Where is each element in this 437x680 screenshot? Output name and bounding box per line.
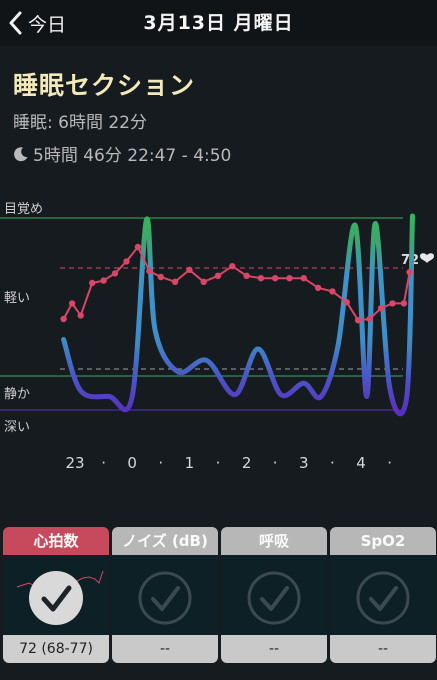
stage-label-quiet: 静か [4,387,30,402]
tab-heart-rate[interactable]: 心拍数 72 (68-77) [3,527,109,663]
sleep-chart: 目覚め 軽い 静か 深い 72 23 · 0 · 1 · 2 · 3 · 4 · [0,202,434,472]
heart-rate-point [89,279,96,287]
heart-rate-point [406,269,413,276]
tab-spo2[interactable]: SpO2 -- [330,527,436,663]
heart-rate-point [366,315,373,323]
heart-rate-point [186,266,193,273]
tab-value: -- [221,635,327,663]
heart-rate-point [354,317,362,324]
x-tick-label: · [273,454,278,472]
stage-label-awake: 目覚め [4,202,43,217]
heart-rate-point [111,270,119,277]
heart-rate-point [134,243,142,251]
heart-rate-point [200,278,207,285]
sleep-stage-line [61,213,415,417]
tab-label: SpO2 [330,527,436,555]
check-circle-icon [29,571,83,625]
heart-rate-point [286,275,293,282]
tab-value: 72 (68-77) [3,635,109,663]
heart-icon [420,253,434,263]
tab-label: 呼吸 [221,527,327,555]
nav-title: 3月13日 月曜日 [143,12,294,34]
page-title: 睡眠セクション [13,71,196,100]
x-tick-label: 0 [127,454,137,472]
heart-rate-point [400,300,408,307]
tab-label: 心拍数 [3,527,109,555]
x-tick-label: · [216,454,221,472]
tab-respiration[interactable]: 呼吸 -- [221,527,327,663]
heart-rate-point [157,273,164,281]
heart-rate-point [257,275,265,282]
nav-bar: 今日 3月13日 月曜日 [0,0,437,46]
x-tick-label: 3 [299,454,309,472]
tab-noise[interactable]: ノイズ (dB) -- [112,527,218,663]
heart-rate-point [377,305,385,312]
heart-rate-point [329,288,336,295]
moon-icon [14,146,28,161]
heart-rate-point [300,275,307,282]
tab-value: -- [112,635,218,663]
heart-rate-point [343,299,350,306]
tab-value: -- [330,635,436,663]
heart-rate-point [214,272,222,279]
heart-rate-point [60,315,67,323]
x-tick-label: 23 [65,454,84,472]
x-tick-label: · [387,454,392,472]
stage-label-light: 軽い [4,291,30,306]
check-circle-icon [138,571,192,625]
heart-rate-point [314,284,322,291]
heart-rate-point [77,312,84,319]
heart-rate-point [272,275,279,282]
heart-rate-point [68,300,76,307]
heart-rate-point [243,272,250,279]
x-tick-label: · [158,454,163,472]
x-tick-label: 2 [242,454,252,472]
sleep-duration: 睡眠: 6時間 22分 [13,113,147,133]
x-tick-label: 4 [356,454,366,472]
check-circle-icon [356,571,410,625]
x-tick-label: · [330,454,335,472]
sleep-detail: 5時間 46分 22:47 - 4:50 [13,141,231,166]
heart-rate-point [123,258,130,265]
heart-rate-point [146,267,153,275]
heart-rate-point [171,278,179,285]
heart-rate-point [389,300,396,307]
check-circle-icon [247,571,301,625]
heart-rate-point [100,277,107,284]
sleep-detail-text: 5時間 46分 22:47 - 4:50 [33,146,232,166]
heart-rate-point [229,263,236,270]
x-tick-label: · [101,454,106,472]
x-tick-label: 1 [185,454,195,472]
tab-label: ノイズ (dB) [112,527,218,555]
stage-label-deep: 深い [4,420,30,435]
